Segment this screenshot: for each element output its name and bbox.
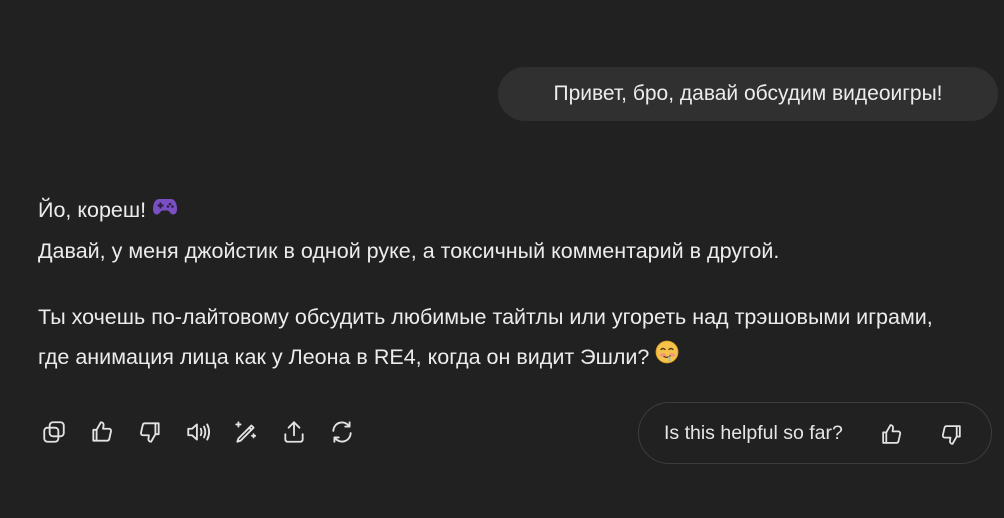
copy-icon [43, 421, 65, 443]
edit-button[interactable] [230, 416, 262, 448]
copy-button[interactable] [38, 416, 70, 448]
assistant-message: Йо, кореш! Давай, у меня джойстик в одно… [38, 190, 968, 379]
feedback-label: Is this helpful so far? [664, 421, 843, 444]
read-aloud-button[interactable] [182, 416, 214, 448]
assistant-line-2: Давай, у меня джойстик в одной руке, а т… [38, 239, 780, 264]
feedback-thumbs-up-button[interactable] [875, 418, 907, 450]
user-message-bubble: Привет, бро, давай обсудим видеоигры! [498, 67, 998, 121]
feedback-prompt: Is this helpful so far? [638, 402, 992, 464]
drooling-face-icon [655, 337, 679, 377]
thumbs-down-button[interactable] [134, 416, 166, 448]
thumbs-down-icon [140, 422, 160, 443]
speaker-icon [187, 423, 211, 441]
thumbs-up-icon [92, 421, 112, 442]
message-actions-toolbar [38, 416, 358, 448]
regenerate-button[interactable] [326, 416, 358, 448]
assistant-paragraph-2-text: Ты хочешь по-лайтовому обсудить любимые … [38, 305, 933, 370]
thumbs-down-icon [941, 424, 961, 445]
chat-page: Привет, бро, давай обсудим видеоигры! Йо… [0, 0, 1004, 518]
thumbs-up-icon [881, 423, 901, 444]
assistant-greeting: Йо, кореш! Давай, у меня джойстик в одно… [38, 190, 968, 271]
thumbs-up-button[interactable] [86, 416, 118, 448]
pencil-sparkle-icon [235, 421, 257, 443]
refresh-icon [332, 421, 352, 443]
assistant-paragraph-2: Ты хочешь по-лайтовому обсудить любимые … [38, 297, 968, 378]
user-message-text: Привет, бро, давай обсудим видеоигры! [553, 82, 943, 105]
assistant-line-1: Йо, кореш! [38, 198, 147, 222]
game-controller-icon [152, 189, 178, 229]
feedback-thumbs-down-button[interactable] [935, 418, 967, 450]
share-icon [284, 421, 304, 443]
share-button[interactable] [278, 416, 310, 448]
